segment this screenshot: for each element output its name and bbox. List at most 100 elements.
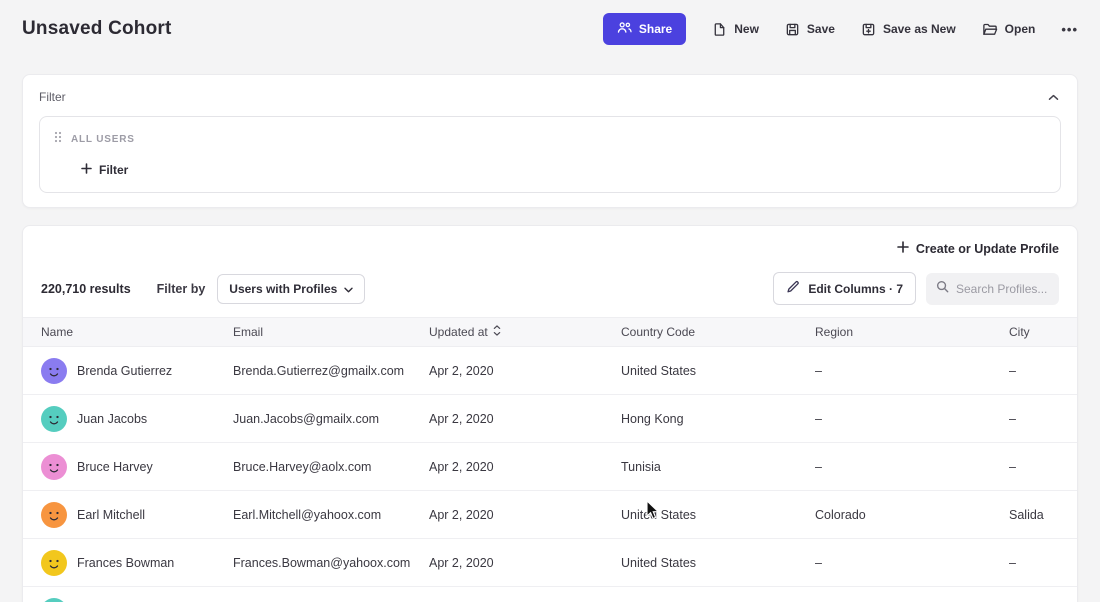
cell-name-wrap: Bruce Harvey <box>41 454 233 480</box>
add-filter-label: Filter <box>99 163 128 177</box>
toolbar: Share New Save Save <box>603 13 1078 45</box>
share-users-icon <box>617 21 632 37</box>
cell-email: Juan.Jacobs@gmailx.com <box>233 412 429 426</box>
avatar <box>41 550 67 576</box>
cell-updated-at: Apr 2, 2020 <box>429 412 621 426</box>
results-card: Create or Update Profile 220,710 results… <box>22 225 1078 602</box>
open-button[interactable]: Open <box>982 22 1036 37</box>
cell-city: Salida <box>1009 508 1059 522</box>
table-header: Name Email Updated at Country Code Regio… <box>23 317 1077 347</box>
avatar <box>41 358 67 384</box>
cell-country-code: Hong Kong <box>621 412 815 426</box>
add-filter-button[interactable]: Filter <box>81 163 128 177</box>
table-row[interactable]: Earl Mitchell Earl.Mitchell@yahoox.com A… <box>23 491 1077 539</box>
edit-columns-button[interactable]: Edit Columns · 7 <box>773 272 916 305</box>
column-header-city[interactable]: City <box>1009 325 1059 339</box>
table-row[interactable]: Bruce Harvey Bruce.Harvey@aolx.com Apr 2… <box>23 443 1077 491</box>
cell-region: – <box>815 556 1009 570</box>
cell-name-wrap: Juan Jacobs <box>41 406 233 432</box>
cell-region: – <box>815 460 1009 474</box>
cell-email: Frances.Bowman@yahoox.com <box>233 556 429 570</box>
search-profiles-input[interactable] <box>956 282 1049 296</box>
cell-updated-at: Apr 2, 2020 <box>429 364 621 378</box>
column-header-email[interactable]: Email <box>233 325 429 339</box>
search-profiles-box[interactable] <box>926 273 1059 305</box>
profiles-filter-dropdown-value: Users with Profiles <box>229 282 337 296</box>
collapse-filter-button[interactable] <box>1046 87 1061 106</box>
column-header-name[interactable]: Name <box>41 325 233 339</box>
save-icon <box>785 22 800 37</box>
filter-group: ALL USERS Filter <box>39 116 1061 193</box>
share-button-label: Share <box>639 22 672 36</box>
table-row-partial[interactable] <box>23 587 1077 602</box>
table-body: Brenda Gutierrez Brenda.Gutierrez@gmailx… <box>23 347 1077 587</box>
top-bar: Unsaved Cohort Share New <box>0 0 1100 58</box>
cell-updated-at: Apr 2, 2020 <box>429 556 621 570</box>
save-as-new-icon <box>861 22 876 37</box>
cell-name-wrap: Earl Mitchell <box>41 502 233 528</box>
search-icon <box>936 280 949 298</box>
cell-name: Frances Bowman <box>77 556 174 570</box>
drag-handle-icon[interactable] <box>54 130 62 148</box>
new-button-label: New <box>734 22 759 36</box>
new-button[interactable]: New <box>712 22 759 37</box>
cell-city: – <box>1009 556 1059 570</box>
save-as-new-button-label: Save as New <box>883 22 956 36</box>
column-header-region[interactable]: Region <box>815 325 1009 339</box>
chevron-up-icon <box>1048 89 1059 104</box>
open-folder-icon <box>982 22 998 37</box>
cell-region: Colorado <box>815 508 1009 522</box>
cell-name: Bruce Harvey <box>77 460 153 474</box>
cell-email: Bruce.Harvey@aolx.com <box>233 460 429 474</box>
cell-country-code: United States <box>621 556 815 570</box>
pencil-icon <box>786 280 800 297</box>
share-button[interactable]: Share <box>603 13 686 45</box>
cell-updated-at: Apr 2, 2020 <box>429 460 621 474</box>
all-users-label: ALL USERS <box>71 134 135 145</box>
cell-name-wrap: Brenda Gutierrez <box>41 358 233 384</box>
cell-city: – <box>1009 412 1059 426</box>
cell-country-code: Tunisia <box>621 460 815 474</box>
save-button[interactable]: Save <box>785 22 835 37</box>
cell-name: Juan Jacobs <box>77 412 147 426</box>
cell-country-code: United States <box>621 364 815 378</box>
cell-email: Earl.Mitchell@yahoox.com <box>233 508 429 522</box>
cell-city: – <box>1009 460 1059 474</box>
save-button-label: Save <box>807 22 835 36</box>
plus-icon <box>897 241 909 256</box>
table-row[interactable]: Juan Jacobs Juan.Jacobs@gmailx.com Apr 2… <box>23 395 1077 443</box>
cell-country-code: United States <box>621 508 815 522</box>
cell-city: – <box>1009 364 1059 378</box>
new-document-icon <box>712 22 727 37</box>
column-header-updated-at[interactable]: Updated at <box>429 325 621 339</box>
plus-icon <box>81 163 92 177</box>
sort-icon[interactable] <box>493 325 501 339</box>
chevron-down-icon <box>344 282 353 296</box>
filter-card-label: Filter <box>39 90 66 104</box>
cell-name: Brenda Gutierrez <box>77 364 172 378</box>
more-options-button[interactable]: ••• <box>1061 22 1078 37</box>
filter-card: Filter ALL USERS Filter <box>22 74 1078 208</box>
create-or-update-profile-label: Create or Update Profile <box>916 242 1059 256</box>
create-or-update-profile-button[interactable]: Create or Update Profile <box>897 241 1059 256</box>
cell-name: Earl Mitchell <box>77 508 145 522</box>
cell-email: Brenda.Gutierrez@gmailx.com <box>233 364 429 378</box>
cell-region: – <box>815 412 1009 426</box>
profiles-filter-dropdown[interactable]: Users with Profiles <box>217 274 365 304</box>
table-row[interactable]: Frances Bowman Frances.Bowman@yahoox.com… <box>23 539 1077 587</box>
cell-region: – <box>815 364 1009 378</box>
column-header-country-code[interactable]: Country Code <box>621 325 815 339</box>
results-count: 220,710 results <box>41 282 131 296</box>
page-title: Unsaved Cohort <box>22 18 172 40</box>
avatar <box>41 406 67 432</box>
cell-name-wrap: Frances Bowman <box>41 550 233 576</box>
table-row[interactable]: Brenda Gutierrez Brenda.Gutierrez@gmailx… <box>23 347 1077 395</box>
filter-by-label: Filter by <box>157 282 206 296</box>
open-button-label: Open <box>1005 22 1036 36</box>
avatar <box>41 598 67 602</box>
cell-updated-at: Apr 2, 2020 <box>429 508 621 522</box>
avatar <box>41 454 67 480</box>
avatar <box>41 502 67 528</box>
edit-columns-label: Edit Columns · 7 <box>808 282 903 296</box>
save-as-new-button[interactable]: Save as New <box>861 22 956 37</box>
